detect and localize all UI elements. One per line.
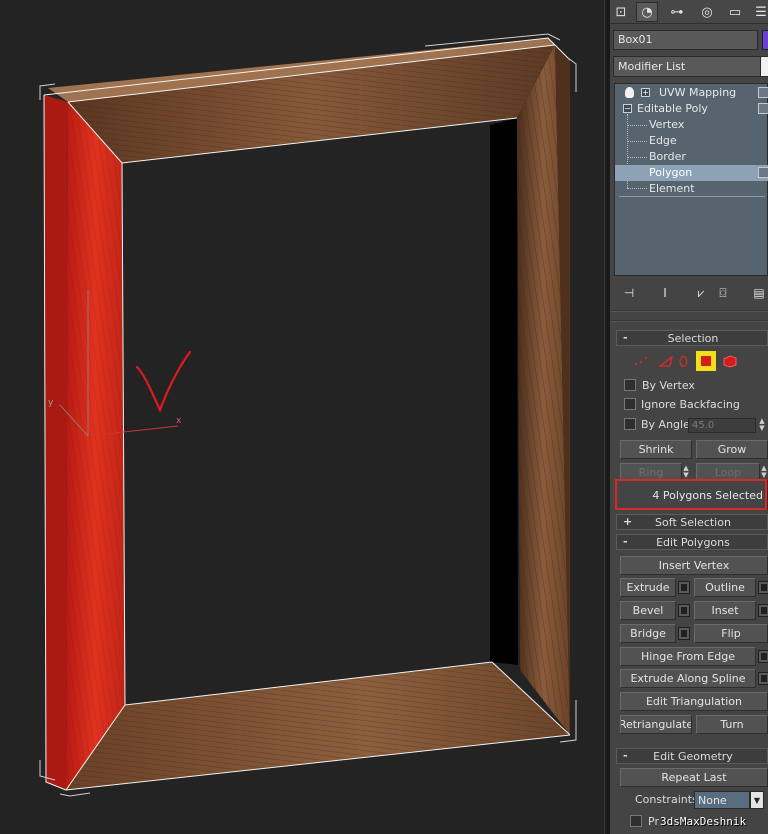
by-angle-label: By Angle: — [641, 418, 694, 431]
bevel-button[interactable]: Bevel — [620, 601, 676, 620]
by-vertex-label: By Vertex — [642, 379, 695, 392]
inset-settings-icon[interactable] — [758, 604, 768, 617]
configure-sets-icon[interactable]: ▤ — [748, 284, 768, 302]
show-end-result-icon[interactable]: Ⅰ — [654, 284, 676, 302]
ignore-backfacing-checkbox[interactable] — [624, 398, 636, 410]
constraints-label: Constraints: — [635, 793, 702, 806]
stack-item-uvw-mapping[interactable]: + UVW Mapping — [615, 85, 768, 101]
stack-divider — [619, 196, 765, 197]
checkmark-annotation — [135, 350, 192, 413]
edit-polygons-rollout-header[interactable]: - Edit Polygons — [616, 534, 768, 550]
bridge-button[interactable]: Bridge — [620, 624, 676, 643]
subobject-vertex[interactable]: Vertex — [615, 117, 768, 133]
extrude-along-spline-button[interactable]: Extrude Along Spline — [620, 669, 756, 688]
utilities-tab-icon[interactable]: ☰ — [750, 2, 768, 22]
subobject-polygon[interactable]: Polygon — [615, 165, 768, 181]
border-mode-icon[interactable] — [679, 355, 688, 367]
selected-left-side — [44, 95, 68, 790]
preserve-uvs-checkbox[interactable] — [630, 815, 642, 827]
repeat-last-button[interactable]: Repeat Last — [620, 768, 768, 787]
subobject-edge[interactable]: Edge — [615, 133, 768, 149]
axis-x-label: x — [176, 416, 182, 426]
angle-spinner-arrows[interactable]: ▲ ▼ — [758, 418, 766, 433]
soft-selection-rollout-header[interactable]: + Soft Selection — [616, 514, 768, 530]
retriangulate-button[interactable]: Retriangulate — [620, 715, 692, 734]
subobject-border[interactable]: Border — [615, 149, 768, 165]
collapse-minus-icon[interactable]: − — [623, 104, 632, 113]
object-name-field[interactable]: Box01 — [613, 30, 758, 50]
motion-tab-icon[interactable]: ◎ — [696, 2, 718, 22]
subobject-element[interactable]: Element — [615, 181, 768, 197]
selection-rollout-header[interactable]: - Selection — [616, 330, 768, 346]
viewport-scene: x y — [39, 33, 577, 797]
modifier-list-dropdown[interactable]: Modifier List — [613, 56, 763, 77]
by-vertex-checkbox[interactable] — [624, 379, 636, 391]
make-unique-icon[interactable]: ⩗ — [690, 284, 712, 302]
remove-modifier-icon[interactable]: ⌼ — [712, 284, 734, 302]
object-color-swatch[interactable] — [762, 30, 768, 50]
frame-inner-shadow — [490, 118, 518, 665]
grow-button[interactable]: Grow — [696, 440, 768, 459]
highlight-box — [615, 479, 767, 510]
lightbulb-icon[interactable] — [625, 87, 634, 98]
edit-geometry-rollout-header[interactable]: - Edit Geometry — [616, 748, 768, 764]
modifier-list-arrow[interactable] — [760, 56, 768, 77]
pin-stack-icon[interactable]: ⊣ — [618, 284, 640, 302]
edge-mode-icon[interactable] — [658, 355, 673, 367]
vertex-mode-icon[interactable] — [635, 357, 647, 365]
panel-separator — [610, 320, 768, 322]
bevel-settings-icon[interactable] — [678, 604, 690, 617]
edit-triangulation-button[interactable]: Edit Triangulation — [620, 692, 768, 711]
stack-toolbar: ⊣ Ⅰ ⩗ ⌼ ▤ — [614, 282, 768, 304]
inset-button[interactable]: Inset — [694, 601, 756, 620]
ignore-backfacing-label: Ignore Backfacing — [641, 398, 740, 411]
modify-tab-icon[interactable]: ◔ — [636, 2, 658, 22]
angle-spinner-field[interactable]: 45.0 — [688, 418, 756, 433]
extrude-spline-settings-icon[interactable] — [758, 672, 768, 685]
insert-vertex-button[interactable]: Insert Vertex — [620, 556, 768, 575]
panel-separator — [610, 310, 768, 312]
command-panel: ⊡ ◔ ⊶ ◎ ▭ ☰ Box01 Modifier List + UVW Ma… — [610, 0, 768, 834]
preserve-uvs-label: Pr — [648, 815, 659, 828]
expand-plus-icon[interactable]: + — [641, 88, 650, 97]
constraints-dropdown[interactable]: None — [694, 791, 750, 809]
hinge-settings-icon[interactable] — [758, 650, 768, 663]
chevron-down-icon[interactable]: ▼ — [750, 791, 764, 809]
stack-item-checkbox[interactable] — [758, 87, 768, 98]
outline-settings-icon[interactable] — [758, 581, 768, 594]
perspective-viewport[interactable]: x y — [0, 0, 604, 834]
hierarchy-tab-icon[interactable]: ⊶ — [666, 2, 688, 22]
command-panel-tabs: ⊡ ◔ ⊶ ◎ ▭ ☰ — [610, 0, 768, 24]
shrink-button[interactable]: Shrink — [620, 440, 692, 459]
axis-y-label: y — [48, 398, 54, 408]
loop-spinner-arrows[interactable]: ▲ ▼ — [760, 465, 768, 480]
element-mode-icon[interactable] — [723, 355, 737, 368]
selection-mode-icons — [635, 351, 737, 371]
flip-button[interactable]: Flip — [694, 624, 768, 643]
stack-item-editable-poly[interactable]: − Editable Poly — [615, 101, 768, 117]
create-tab-icon[interactable]: ⊡ — [610, 2, 632, 22]
stack-item-checkbox[interactable] — [758, 167, 768, 178]
ring-spinner-arrows[interactable]: ▲ ▼ — [682, 465, 690, 480]
modifier-stack: + UVW Mapping − Editable Poly Vertex Edg… — [614, 83, 768, 276]
extrude-button[interactable]: Extrude — [620, 578, 676, 597]
by-angle-checkbox[interactable] — [624, 418, 636, 430]
bridge-settings-icon[interactable] — [678, 627, 690, 640]
watermark-text: 3dsMaxDeshnik — [660, 815, 747, 828]
outline-button[interactable]: Outline — [694, 578, 756, 597]
display-tab-icon[interactable]: ▭ — [724, 2, 746, 22]
stack-item-checkbox[interactable] — [758, 103, 768, 114]
extrude-settings-icon[interactable] — [678, 581, 690, 594]
turn-button[interactable]: Turn — [696, 715, 768, 734]
hinge-from-edge-button[interactable]: Hinge From Edge — [620, 647, 756, 666]
